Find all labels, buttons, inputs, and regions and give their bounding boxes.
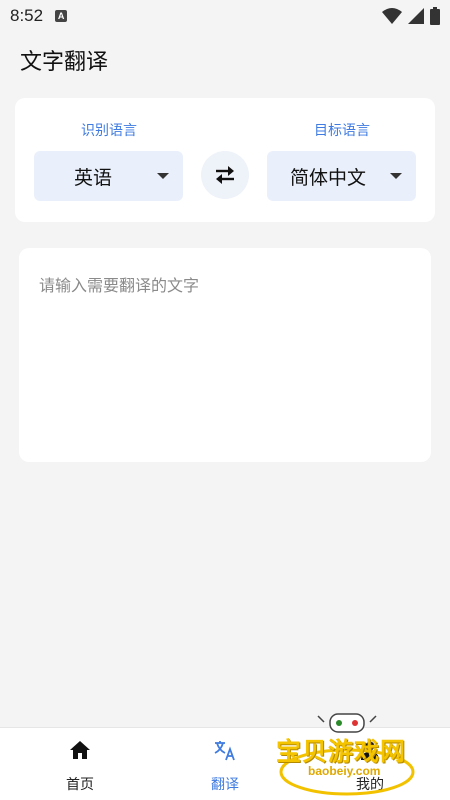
wifi-icon xyxy=(382,8,402,24)
target-language-select[interactable]: 简体中文 xyxy=(267,151,416,201)
battery-icon xyxy=(430,7,440,25)
source-language-label: 识别语言 xyxy=(81,123,137,139)
nav-label-translate: 翻译 xyxy=(211,777,239,793)
source-language-select[interactable]: 英语 xyxy=(34,151,183,201)
chevron-down-icon xyxy=(157,173,169,179)
notification-a-icon: A xyxy=(55,10,68,22)
translation-input[interactable] xyxy=(19,248,431,462)
user-icon xyxy=(361,741,379,760)
source-language-value: 英语 xyxy=(73,166,112,189)
nav-label-mine: 我的 xyxy=(356,777,384,793)
translate-icon xyxy=(214,741,235,761)
bottom-nav: 首页 翻译 我的 xyxy=(0,727,450,800)
signal-icon xyxy=(408,8,424,24)
nav-item-mine[interactable]: 我的 xyxy=(320,728,420,800)
nav-label-home: 首页 xyxy=(66,777,94,793)
target-language-label: 目标语言 xyxy=(314,123,370,139)
page-title: 文字翻译 xyxy=(20,50,109,75)
swap-languages-button[interactable] xyxy=(201,151,249,199)
status-bar: 8:52 A xyxy=(0,0,450,32)
home-icon xyxy=(70,741,90,759)
nav-item-translate[interactable]: 翻译 xyxy=(175,728,275,800)
chevron-down-icon xyxy=(390,173,402,179)
status-icons xyxy=(382,7,440,25)
translation-input-card xyxy=(19,248,431,462)
target-language-value: 简体中文 xyxy=(289,166,366,189)
swap-arrows-icon xyxy=(216,166,234,184)
status-time: 8:52 xyxy=(10,6,44,25)
language-card: 识别语言 目标语言 英语 简体中文 xyxy=(15,98,435,222)
nav-item-home[interactable]: 首页 xyxy=(30,728,130,800)
